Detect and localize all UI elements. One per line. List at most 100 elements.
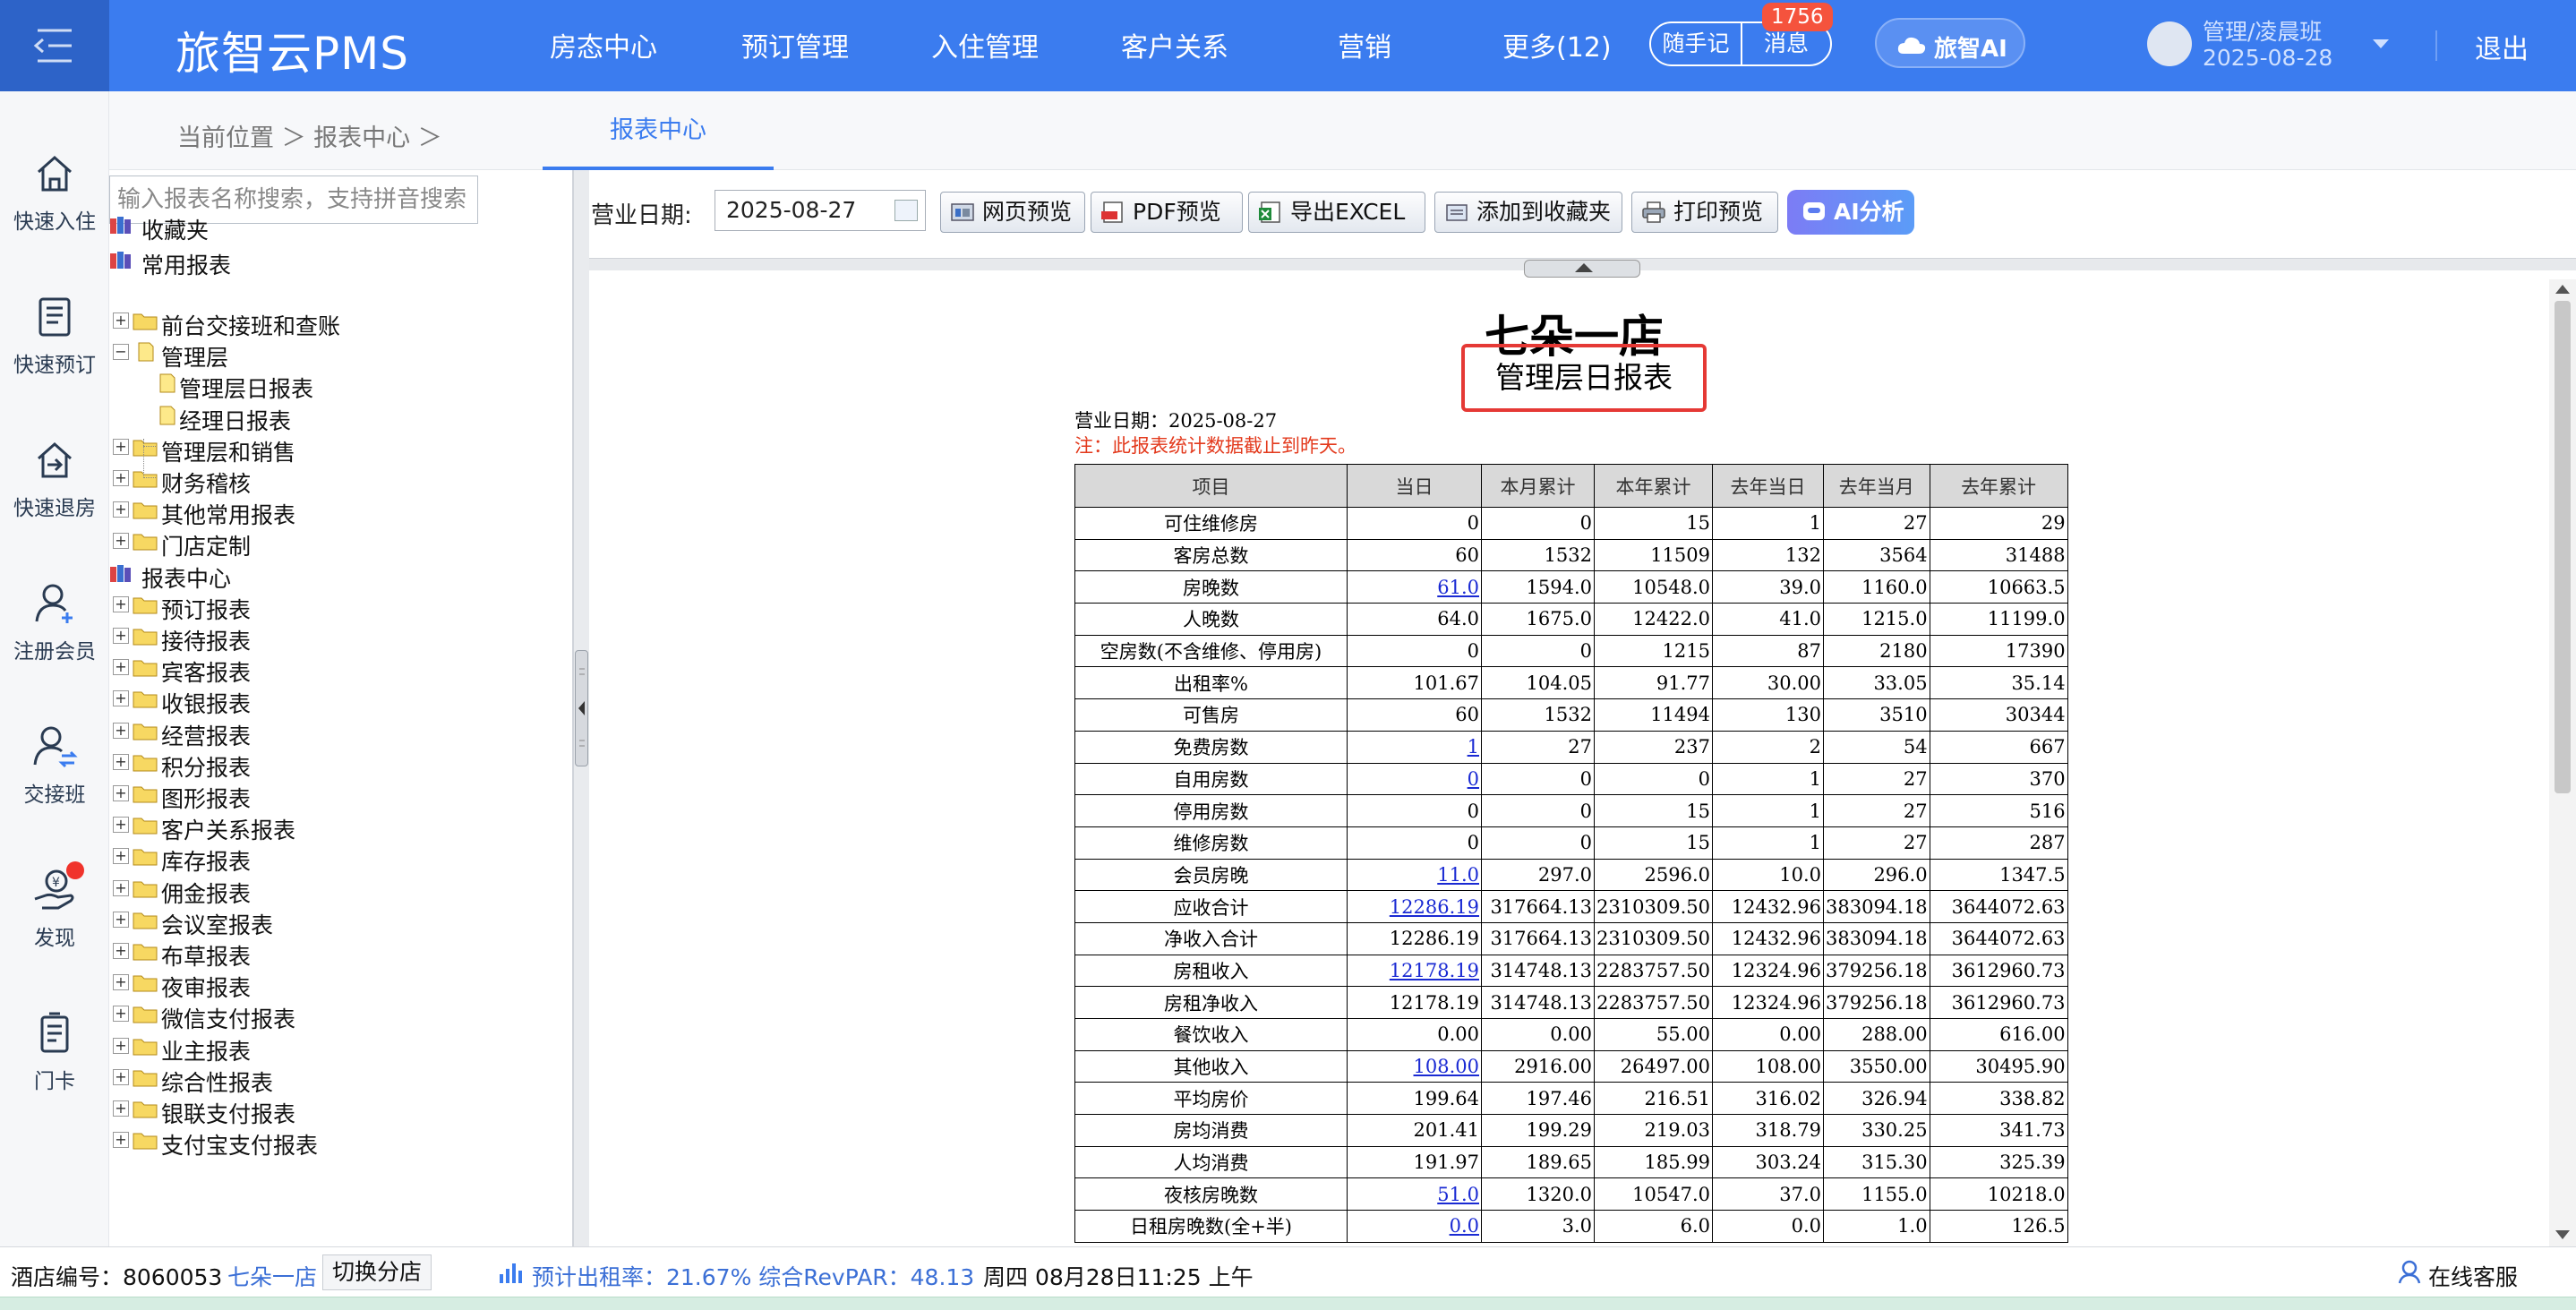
hotel-name-link[interactable]: 七朵一店 [227,1260,317,1292]
tree-label: 客户关系报表 [161,818,296,844]
user-avatar[interactable] [2147,21,2192,66]
drilldown-link[interactable]: 61.0 [1437,577,1479,598]
nav-reservation[interactable]: 预订管理 [741,25,849,64]
expand-node-icon[interactable]: + [113,1037,129,1054]
table-row: 餐饮收入 0.00 0.00 55.00 0.00 288.00 616.00 [1074,1018,2068,1051]
collapse-tree-handle[interactable] [575,650,588,766]
tree-label: 佣金报表 [161,880,252,907]
report-scrollbar[interactable] [2549,279,2576,1246]
value-cell: 12286.19 [1347,921,1482,955]
drilldown-link[interactable]: 51.0 [1437,1184,1479,1205]
drilldown-link[interactable]: 0 [1468,768,1479,790]
value-cell: 315.30 [1823,1145,1930,1179]
scrollbar-thumb[interactable] [2555,301,2571,793]
value-cell: 33.05 [1823,666,1930,700]
nav-checkin[interactable]: 入住管理 [931,25,1039,64]
value-cell: 0 [1481,826,1595,860]
sidebar-door-card[interactable]: 门卡 [0,1010,109,1094]
print-preview-label: 打印预览 [1673,199,1764,225]
memo-button[interactable]: 随手记 [1651,23,1742,64]
expand-node-icon[interactable]: + [113,911,129,928]
sidebar-quick-checkin[interactable]: 快速入住 [0,150,109,235]
sidebar-quick-booking[interactable]: 快速预订 [0,294,109,378]
nav-crm[interactable]: 客户关系 [1121,25,1228,64]
tree-connector [143,446,156,447]
drilldown-link[interactable]: 12286.19 [1390,896,1479,918]
business-date-input[interactable]: 2025-08-27 [715,190,926,231]
row-label-cell: 会员房晚 [1074,858,1348,892]
scroll-up-arrow-icon[interactable] [2555,285,2570,294]
menu-toggle-button[interactable] [0,0,109,91]
expand-node-icon[interactable]: + [113,722,129,739]
collapse-node-icon[interactable]: − [113,344,129,361]
switch-branch-button[interactable]: 切换分店 [322,1254,432,1290]
calendar-icon[interactable] [894,200,918,221]
drilldown-link[interactable]: 11.0 [1437,864,1479,886]
sidebar-label: 门卡 [34,1070,75,1093]
chevron-down-icon[interactable] [2371,38,2391,50]
expand-node-icon[interactable]: + [113,438,129,455]
expand-node-icon[interactable]: + [113,817,129,834]
sidebar-quick-checkout[interactable]: 快速退房 [0,437,109,521]
nav-more[interactable]: 更多(12) [1502,25,1612,64]
ai-analysis-button[interactable]: AI分析 [1787,190,1914,235]
expand-node-icon[interactable]: + [113,595,129,612]
drilldown-link[interactable]: 1 [1468,736,1479,758]
expand-node-icon[interactable]: + [113,470,129,486]
row-label-cell: 房租收入 [1074,954,1348,988]
expand-node-icon[interactable]: + [113,1100,129,1117]
web-preview-icon [951,203,974,221]
expand-node-icon[interactable]: + [113,848,129,865]
sidebar-discover[interactable]: ¥ 发现 [0,861,109,951]
expand-node-icon[interactable]: + [113,974,129,991]
add-favorite-button[interactable]: 添加到收藏夹 [1434,192,1622,233]
expand-node-icon[interactable]: + [113,659,129,676]
expand-node-icon[interactable]: + [113,785,129,801]
expand-node-icon[interactable]: + [113,1068,129,1085]
folder-icon [133,1006,158,1023]
expand-node-icon[interactable]: + [113,943,129,959]
web-preview-button[interactable]: 网页预览 [940,192,1085,233]
value-cell: 2283757.50 [1594,954,1713,988]
export-excel-button[interactable]: 导出EXCEL [1248,192,1425,233]
nav-marketing[interactable]: 营销 [1338,25,1391,64]
value-cell: 1 [1712,507,1824,540]
row-label-cell: 其他收入 [1074,1049,1348,1083]
tree-label: 经营报表 [161,723,252,749]
panel-splitter[interactable] [573,170,589,1246]
expand-node-icon[interactable]: + [113,628,129,644]
scroll-down-arrow-icon[interactable] [2555,1230,2570,1239]
pdf-preview-button[interactable]: PDF预览 [1091,192,1243,233]
sidebar-register-member[interactable]: 注册会员 [0,580,109,664]
expand-node-icon[interactable]: + [113,753,129,770]
tab-report-center[interactable]: 报表中心 [543,91,774,170]
expand-node-icon[interactable]: + [113,313,129,329]
nav-room-status[interactable]: 房态中心 [550,25,657,64]
expand-node-icon[interactable]: + [113,1006,129,1023]
value-cell: 0 [1481,507,1595,540]
value-cell: 12432.96 [1712,921,1824,955]
drilldown-link[interactable]: 12178.19 [1390,960,1479,981]
notification-dot [66,861,84,879]
drilldown-link[interactable]: 108.00 [1414,1056,1479,1077]
collapse-toolbar-handle[interactable] [1524,260,1640,278]
expand-node-icon[interactable]: + [113,501,129,518]
expand-node-icon[interactable]: + [113,533,129,550]
folder-icon [133,786,158,803]
value-cell: 338.82 [1929,1082,2068,1116]
sidebar-handover[interactable]: 交接班 [0,723,109,808]
value-cell: 2283757.50 [1594,986,1713,1019]
expand-node-icon[interactable]: + [113,879,129,896]
expand-node-icon[interactable]: + [113,690,129,707]
user-name[interactable]: 管理/凌晨班 [2203,14,2322,47]
value-cell: 11199.0 [1929,603,2068,636]
expand-node-icon[interactable]: + [113,1132,129,1149]
ai-assistant-button[interactable]: 旅智AI [1875,18,2025,68]
value-cell: 1215 [1594,634,1713,668]
card-icon [40,1012,69,1053]
online-service-link[interactable]: 在线客服 [2428,1260,2518,1292]
export-excel-label: 导出EXCEL [1290,199,1406,225]
print-preview-button[interactable]: 打印预览 [1631,192,1778,233]
logout-button[interactable]: 退出 [2475,27,2529,66]
drilldown-link[interactable]: 0.0 [1450,1215,1479,1237]
